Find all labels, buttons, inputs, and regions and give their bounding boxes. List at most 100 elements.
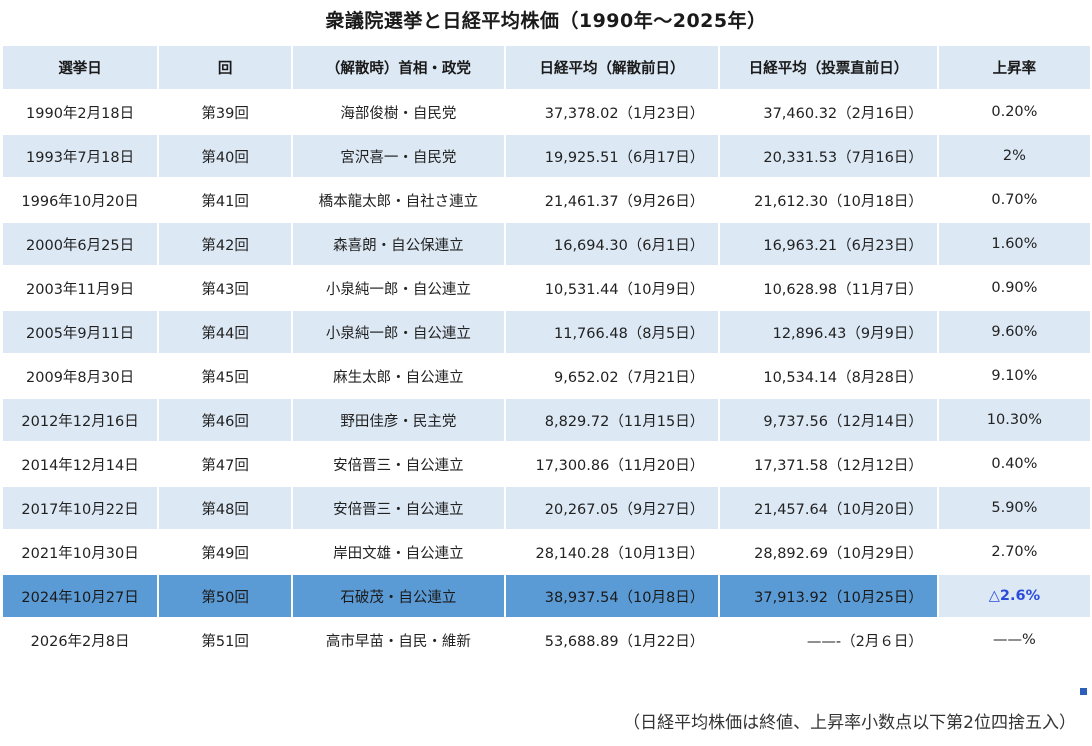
cell-session: 第40回 [159,135,292,177]
cell-election-date: 2000年6月25日 [3,223,158,265]
cell-nikkei-before-vote: 21,612.30（10月18日） [720,179,937,221]
cell-rise-rate: 10.30% [938,399,1090,441]
cell-prime-minister: 安倍晋三・自公連立 [293,443,504,485]
cell-prime-minister: 麻生太郎・自公連立 [293,355,504,397]
cell-session: 第43回 [159,267,292,309]
cell-nikkei-before-dissolution: 38,937.54（10月8日） [505,575,719,617]
cell-nikkei-before-vote: 37,460.32（2月16日） [720,91,937,133]
cell-nikkei-before-dissolution: 8,829.72（11月15日） [505,399,719,441]
cell-prime-minister: 橋本龍太郎・自社さ連立 [293,179,504,221]
cell-prime-minister: 小泉純一郎・自公連立 [293,311,504,353]
cell-nikkei-before-dissolution: 11,766.48（8月5日） [505,311,719,353]
cell-nikkei-before-dissolution: 16,694.30（6月1日） [505,223,719,265]
table-row: 2000年6月25日 第42回 森喜朗・自公保連立 16,694.30（6月1日） 16… [3,223,1090,265]
table-row: 1993年7月18日 第40回 宮沢喜一・自民党 19,925.51（6月17日） 20… [3,135,1090,177]
cell-session: 第39回 [159,91,292,133]
cell-rise-rate: 2.70% [938,531,1090,573]
cell-nikkei-before-vote: 20,331.53（7月16日） [720,135,937,177]
footnote: （日経平均株価は終値、上昇率小数点以下第2位四捨五入） [623,713,1076,733]
cell-prime-minister: 石破茂・自公連立 [293,575,504,617]
cell-nikkei-before-vote: 16,963.21（6月23日） [720,223,937,265]
cell-session: 第51回 [159,619,292,661]
table-title: 衆議院選挙と日経平均株価（1990年〜2025年） [325,10,767,32]
cell-nikkei-before-vote: ——-（2月６日） [720,619,937,661]
cell-rise-rate: 9.10% [938,355,1090,397]
cell-nikkei-before-vote: 28,892.69（10月29日） [720,531,937,573]
table-row: 2009年8月30日 第45回 麻生太郎・自公連立 9,652.02（7月21日） 10… [3,355,1090,397]
table-row: 2026年2月8日 第51回 高市早苗・自民・維新 53,688.89（1月22日） —… [3,619,1090,661]
table-row: 2017年10月22日 第48回 安倍晋三・自公連立 20,267.05（9月27日）… [3,487,1090,529]
table-row: 2012年12月16日 第46回 野田佳彦・民主党 8,829.72（11月15日） 9… [3,399,1090,441]
cell-election-date: 2005年9月11日 [3,311,158,353]
header-nikkei-before-vote: 日経平均（投票直前日） [720,46,937,89]
cell-election-date: 2024年10月27日 [3,575,158,617]
table-body: 1990年2月18日 第39回 海部俊樹・自民党 37,378.02（1月23日） 37… [3,91,1090,661]
cell-rise-rate: 0.70% [938,179,1090,221]
cell-session: 第47回 [159,443,292,485]
resize-handle-icon[interactable] [1080,688,1087,695]
header-row: 選挙日 回 （解散時）首相・政党 日経平均（解散前日） 日経平均（投票直前日） … [3,46,1090,89]
cell-rise-rate: ——% [938,619,1090,661]
cell-nikkei-before-dissolution: 19,925.51（6月17日） [505,135,719,177]
cell-nikkei-before-vote: 17,371.58（12月12日） [720,443,937,485]
cell-nikkei-before-vote: 10,534.14（8月28日） [720,355,937,397]
header-prime-minister: （解散時）首相・政党 [293,46,504,89]
cell-election-date: 2012年12月16日 [3,399,158,441]
cell-prime-minister: 安倍晋三・自公連立 [293,487,504,529]
cell-rise-rate: 1.60% [938,223,1090,265]
cell-election-date: 2003年11月9日 [3,267,158,309]
cell-prime-minister: 岸田文雄・自公連立 [293,531,504,573]
cell-prime-minister: 森喜朗・自公保連立 [293,223,504,265]
cell-nikkei-before-dissolution: 21,461.37（9月26日） [505,179,719,221]
cell-election-date: 2021年10月30日 [3,531,158,573]
cell-nikkei-before-vote: 37,913.92（10月25日） [720,575,937,617]
cell-session: 第44回 [159,311,292,353]
table-row: 1996年10月20日 第41回 橋本龍太郎・自社さ連立 21,461.37（9月26… [3,179,1090,221]
cell-prime-minister: 海部俊樹・自民党 [293,91,504,133]
cell-prime-minister: 高市早苗・自民・維新 [293,619,504,661]
cell-rise-rate: 0.40% [938,443,1090,485]
cell-session: 第41回 [159,179,292,221]
header-session: 回 [159,46,292,89]
table-row: 2014年12月14日 第47回 安倍晋三・自公連立 17,300.86（11月20日… [3,443,1090,485]
cell-rise-rate: 0.20% [938,91,1090,133]
cell-rise-rate: △2.6% [938,575,1090,617]
header-nikkei-before-dissolution: 日経平均（解散前日） [505,46,719,89]
cell-prime-minister: 宮沢喜一・自民党 [293,135,504,177]
cell-nikkei-before-dissolution: 10,531.44（10月9日） [505,267,719,309]
table-row: 2003年11月9日 第43回 小泉純一郎・自公連立 10,531.44（10月9日）… [3,267,1090,309]
cell-election-date: 1993年7月18日 [3,135,158,177]
election-nikkei-table: 選挙日 回 （解散時）首相・政党 日経平均（解散前日） 日経平均（投票直前日） … [1,44,1092,663]
table-row: 2024年10月27日 第50回 石破茂・自公連立 38,937.54（10月8日） 3… [3,575,1090,617]
cell-nikkei-before-vote: 21,457.64（10月20日） [720,487,937,529]
cell-nikkei-before-dissolution: 20,267.05（9月27日） [505,487,719,529]
cell-rise-rate: 0.90% [938,267,1090,309]
cell-nikkei-before-vote: 9,737.56（12月14日） [720,399,937,441]
cell-rise-rate: 9.60% [938,311,1090,353]
table-row: 2005年9月11日 第44回 小泉純一郎・自公連立 11,766.48（8月5日） 1… [3,311,1090,353]
cell-election-date: 2009年8月30日 [3,355,158,397]
cell-nikkei-before-dissolution: 37,378.02（1月23日） [505,91,719,133]
cell-session: 第49回 [159,531,292,573]
cell-nikkei-before-dissolution: 28,140.28（10月13日） [505,531,719,573]
cell-nikkei-before-dissolution: 9,652.02（7月21日） [505,355,719,397]
cell-election-date: 1990年2月18日 [3,91,158,133]
table-row: 1990年2月18日 第39回 海部俊樹・自民党 37,378.02（1月23日） 37… [3,91,1090,133]
cell-session: 第48回 [159,487,292,529]
cell-election-date: 2026年2月8日 [3,619,158,661]
header-rise-rate: 上昇率 [938,46,1090,89]
cell-nikkei-before-dissolution: 17,300.86（11月20日） [505,443,719,485]
cell-election-date: 1996年10月20日 [3,179,158,221]
cell-rise-rate: 2% [938,135,1090,177]
header-election-date: 選挙日 [3,46,158,89]
cell-prime-minister: 野田佳彦・民主党 [293,399,504,441]
cell-session: 第46回 [159,399,292,441]
cell-session: 第45回 [159,355,292,397]
cell-nikkei-before-vote: 10,628.98（11月7日） [720,267,937,309]
cell-nikkei-before-vote: 12,896.43（9月9日） [720,311,937,353]
table-row: 2021年10月30日 第49回 岸田文雄・自公連立 28,140.28（10月13日… [3,531,1090,573]
cell-rise-rate: 5.90% [938,487,1090,529]
cell-election-date: 2017年10月22日 [3,487,158,529]
cell-session: 第42回 [159,223,292,265]
cell-nikkei-before-dissolution: 53,688.89（1月22日） [505,619,719,661]
